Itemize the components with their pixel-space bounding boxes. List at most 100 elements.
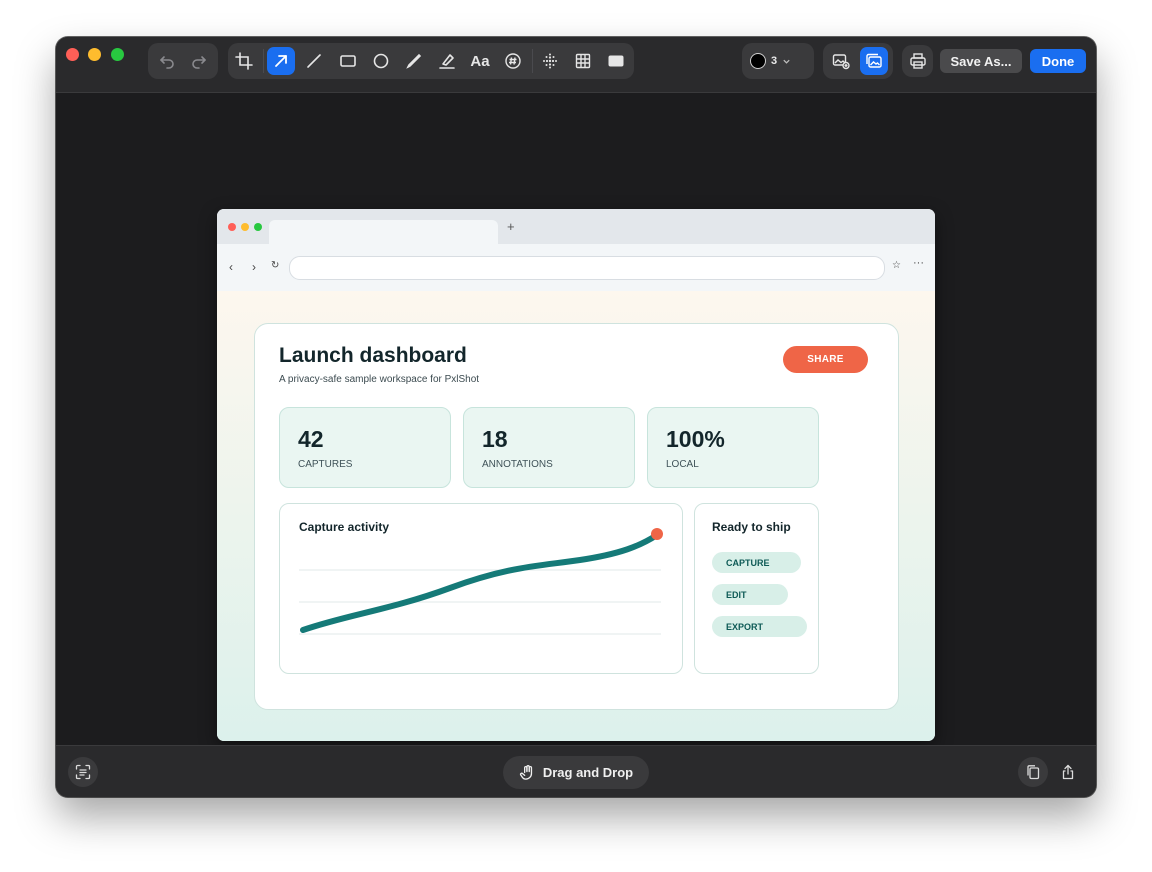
fill-tool[interactable]	[602, 47, 630, 75]
address-bar	[289, 256, 885, 280]
activity-line	[300, 532, 660, 633]
line-icon	[307, 54, 321, 68]
save-as-button[interactable]: Save As...	[940, 49, 1022, 73]
background-toggle[interactable]	[827, 47, 855, 75]
ship-item-edit: EDIT	[712, 584, 788, 605]
done-button[interactable]: Done	[1030, 49, 1086, 73]
browser-minimize-dot	[241, 223, 249, 231]
minimize-window-button[interactable]	[88, 48, 101, 61]
tool-divider	[263, 49, 264, 73]
screenshot-preview[interactable]: + ‹ › ↻ ☆ ··· Launch dashboard A privacy…	[217, 209, 935, 741]
pen-tool[interactable]	[400, 47, 428, 75]
ship-item-export: EXPORT	[712, 616, 807, 637]
share-button: SHARE	[783, 346, 868, 373]
annotation-editor-window: Aa 3 Save As... Done + ‹ › ↻ ☆ ··· Launc…	[56, 37, 1096, 797]
stat-label: CAPTURES	[298, 459, 353, 470]
drag-and-drop-label: Drag and Drop	[542, 765, 634, 780]
star-icon: ☆	[892, 260, 901, 271]
text-scan-icon	[75, 764, 91, 780]
ocr-button[interactable]	[68, 757, 98, 787]
forward-icon: ›	[252, 260, 256, 274]
rectangle-tool[interactable]	[334, 47, 362, 75]
text-icon: Aa	[470, 52, 490, 70]
dashboard-title: Launch dashboard	[279, 344, 467, 367]
blur-icon	[543, 53, 557, 69]
share-icon	[1062, 764, 1074, 780]
stacked-images-icon	[866, 53, 882, 68]
dashboard-card: Launch dashboard A privacy-safe sample w…	[254, 323, 899, 710]
line-tool[interactable]	[300, 47, 328, 75]
page-content: Launch dashboard A privacy-safe sample w…	[217, 291, 935, 741]
stroke-size-value: 3	[771, 55, 778, 67]
stat-card: 42 CAPTURES	[279, 407, 451, 488]
style-group: 3	[742, 43, 814, 79]
text-tool[interactable]: Aa	[466, 47, 494, 75]
arrow-tool[interactable]	[267, 47, 295, 75]
crop-tool[interactable]	[230, 47, 258, 75]
activity-chart	[299, 528, 663, 635]
ship-title: Ready to ship	[712, 520, 791, 534]
close-window-button[interactable]	[66, 48, 79, 61]
browser-close-dot	[228, 223, 236, 231]
highlighter-tool[interactable]	[433, 47, 461, 75]
image-add-icon	[832, 54, 850, 70]
fill-icon	[608, 55, 624, 67]
stat-value: 18	[482, 426, 508, 452]
arrow-icon	[275, 55, 287, 67]
stroke-style-picker[interactable]: 3	[750, 47, 806, 75]
printer-icon	[910, 53, 926, 69]
browser-tab-bar: +	[217, 209, 935, 244]
stat-value: 42	[298, 426, 324, 452]
tool-divider	[532, 49, 533, 73]
redo-button[interactable]	[185, 47, 213, 75]
hand-drag-icon	[519, 765, 532, 780]
stat-card: 18 ANNOTATIONS	[463, 407, 635, 488]
toolbar: Aa 3 Save As... Done	[56, 37, 1096, 93]
chevron-down-icon	[783, 59, 790, 64]
history-group	[148, 43, 218, 79]
new-tab-icon: +	[507, 219, 515, 234]
print-button[interactable]	[904, 47, 932, 75]
tools-group: Aa	[228, 43, 634, 79]
bottom-bar: Drag and Drop	[56, 745, 1096, 797]
redo-icon	[192, 56, 206, 69]
counter-tool[interactable]	[499, 47, 527, 75]
drag-and-drop-button[interactable]: Drag and Drop	[503, 756, 649, 789]
ship-item-capture: CAPTURE	[712, 552, 801, 573]
blur-tool[interactable]	[536, 47, 564, 75]
browser-tab	[269, 220, 498, 244]
share-export-button[interactable]	[1053, 757, 1083, 787]
pixelate-icon	[575, 53, 591, 69]
window-frame-toggle[interactable]	[860, 47, 888, 75]
dashboard-subtitle: A privacy-safe sample workspace for PxlS…	[279, 374, 480, 385]
activity-endpoint	[651, 528, 663, 540]
ellipse-tool[interactable]	[367, 47, 395, 75]
browser-zoom-dot	[254, 223, 262, 231]
capture-mode-group	[823, 43, 893, 79]
stat-value: 100%	[666, 426, 725, 452]
color-swatch[interactable]	[750, 53, 766, 69]
reload-icon: ↻	[271, 260, 280, 271]
crop-icon	[235, 52, 253, 70]
editor-canvas[interactable]: + ‹ › ↻ ☆ ··· Launch dashboard A privacy…	[56, 93, 1096, 745]
undo-button[interactable]	[153, 47, 181, 75]
stat-label: ANNOTATIONS	[482, 459, 553, 470]
activity-chart-card: Capture activity	[279, 503, 683, 674]
print-group	[902, 45, 933, 77]
counter-icon	[505, 53, 521, 69]
highlighter-icon	[439, 54, 455, 69]
copy-button[interactable]	[1018, 757, 1048, 787]
copy-icon	[1027, 765, 1040, 780]
zoom-window-button[interactable]	[111, 48, 124, 61]
pen-icon	[406, 53, 422, 69]
ready-to-ship-card: Ready to ship CAPTURE EDIT EXPORT	[694, 503, 819, 674]
ellipse-icon	[373, 53, 389, 69]
pixelate-tool[interactable]	[569, 47, 597, 75]
undo-icon	[160, 56, 174, 69]
stat-label: LOCAL	[666, 459, 699, 470]
rectangle-icon	[340, 55, 356, 67]
back-icon: ‹	[229, 260, 233, 274]
more-icon: ···	[913, 257, 924, 269]
stat-card: 100% LOCAL	[647, 407, 819, 488]
browser-nav-bar: ‹ › ↻ ☆ ···	[217, 244, 935, 291]
